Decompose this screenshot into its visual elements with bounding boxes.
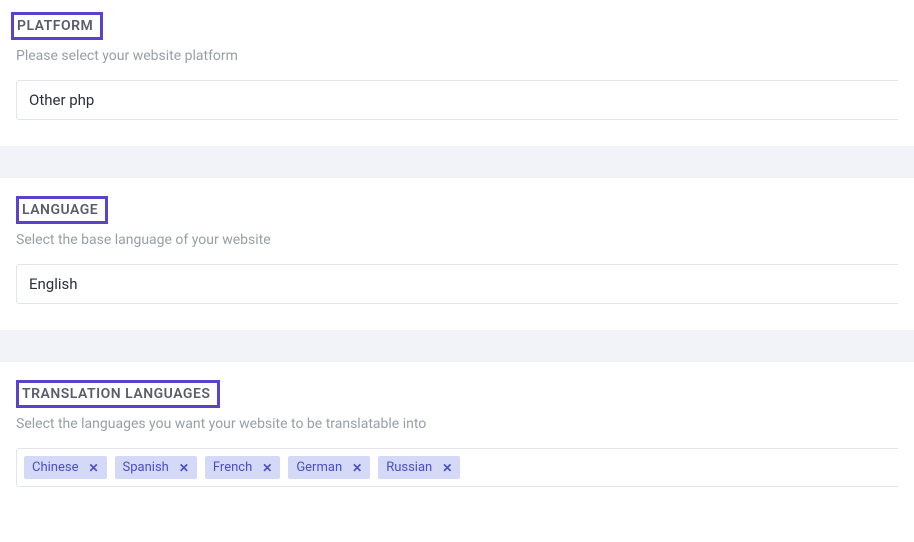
language-section: LANGUAGE Select the base language of you…: [0, 178, 914, 330]
close-icon[interactable]: ✕: [179, 462, 189, 474]
tag-item: Spanish ✕: [115, 456, 197, 479]
close-icon[interactable]: ✕: [88, 462, 98, 474]
platform-section: PLATFORM Please select your website plat…: [0, 0, 914, 146]
tag-label: Russian: [386, 460, 432, 475]
close-icon[interactable]: ✕: [262, 462, 272, 474]
tag-item: Russian ✕: [378, 456, 460, 479]
tag-item: Chinese ✕: [24, 456, 107, 479]
translation-title: TRANSLATION LANGUAGES: [16, 380, 220, 408]
platform-desc: Please select your website platform: [16, 48, 898, 64]
section-separator: [0, 146, 914, 178]
tag-label: Spanish: [123, 460, 169, 475]
platform-select[interactable]: Other php: [16, 80, 898, 120]
close-icon[interactable]: ✕: [352, 462, 362, 474]
tag-label: French: [213, 460, 252, 475]
tag-label: Chinese: [32, 460, 78, 475]
translation-tag-input[interactable]: Chinese ✕ Spanish ✕ French ✕ German ✕ Ru…: [16, 448, 898, 487]
tag-item: German ✕: [288, 456, 370, 479]
platform-title: PLATFORM: [11, 12, 103, 40]
tag-item: French ✕: [205, 456, 280, 479]
tag-label: German: [296, 460, 342, 475]
close-icon[interactable]: ✕: [442, 462, 452, 474]
section-separator: [0, 330, 914, 362]
language-desc: Select the base language of your website: [16, 232, 898, 248]
translation-desc: Select the languages you want your websi…: [16, 416, 898, 432]
language-title: LANGUAGE: [16, 196, 108, 224]
language-select[interactable]: English: [16, 264, 898, 304]
translation-section: TRANSLATION LANGUAGES Select the languag…: [0, 362, 914, 513]
